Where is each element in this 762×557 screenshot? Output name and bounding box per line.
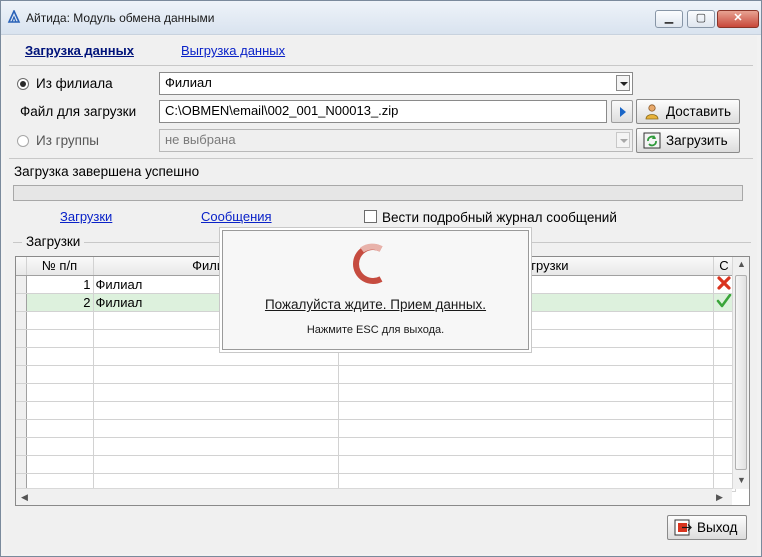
- fetch-button[interactable]: Доставить: [636, 99, 740, 124]
- link-messages[interactable]: Сообщения: [201, 209, 272, 224]
- load-button[interactable]: Загрузить: [636, 128, 740, 153]
- loading-dialog: Пожалуйста ждите. Прием данных. Нажмите …: [222, 230, 529, 350]
- window-title: Айтида: Модуль обмена данными: [26, 11, 215, 25]
- browse-arrow-button[interactable]: [611, 100, 633, 123]
- file-label: Файл для загрузки: [20, 104, 137, 119]
- verbose-log-label: Вести подробный журнал сообщений: [382, 210, 617, 225]
- table-row[interactable]: [16, 455, 736, 474]
- error-x-icon: [716, 275, 731, 290]
- from-branch-label: Из филиала: [36, 76, 113, 91]
- from-group-label: Из группы: [36, 133, 99, 148]
- load-refresh-icon: [643, 132, 661, 149]
- verbose-log-checkbox[interactable]: [364, 210, 377, 223]
- scroll-up-icon[interactable]: ▲: [737, 259, 746, 269]
- loading-spinner-icon: [353, 243, 383, 284]
- tab-upload[interactable]: Загрузка данных: [25, 43, 134, 58]
- branch-select-value: Филиал: [165, 75, 212, 90]
- file-path-value: C:\OBMEN\email\002_001_N00013_.zip: [165, 103, 399, 118]
- cell-num: 1: [26, 275, 94, 294]
- chevron-down-icon[interactable]: [616, 75, 630, 91]
- exit-button-label: Выход: [697, 520, 738, 535]
- app-window: Айтида: Модуль обмена данными ▁ ▢ ✕ Загр…: [0, 0, 762, 557]
- wait-message: Пожалуйста ждите. Прием данных.: [264, 297, 487, 312]
- group-select-value: не выбрана: [165, 132, 236, 147]
- horizontal-scrollbar[interactable]: ◀ ▶: [16, 488, 732, 505]
- row-indicator[interactable]: [16, 293, 27, 312]
- cell-num: 2: [26, 293, 94, 312]
- title-bar[interactable]: Айтида: Модуль обмена данными ▁ ▢ ✕: [1, 1, 761, 35]
- source-divider: [9, 158, 753, 159]
- minimize-button[interactable]: ▁: [655, 10, 683, 28]
- row-indicator[interactable]: [16, 275, 27, 294]
- file-path-input[interactable]: C:\OBMEN\email\002_001_N00013_.zip: [159, 100, 607, 123]
- radio-from-group[interactable]: [17, 135, 29, 147]
- ok-check-icon: [716, 293, 731, 307]
- status-message: Загрузка завершена успешно: [14, 164, 200, 179]
- table-row[interactable]: [16, 401, 736, 420]
- tab-download[interactable]: Выгрузка данных: [181, 43, 285, 58]
- chevron-down-icon[interactable]: [616, 132, 630, 148]
- vertical-scroll-thumb[interactable]: [735, 275, 747, 470]
- table-row[interactable]: [16, 365, 736, 384]
- close-button[interactable]: ✕: [717, 10, 759, 28]
- table-row[interactable]: [16, 383, 736, 402]
- app-logo-icon: [7, 10, 21, 23]
- column-header-num[interactable]: № п/п: [26, 257, 94, 276]
- scroll-left-icon[interactable]: ◀: [21, 492, 28, 503]
- fetch-person-icon: [645, 104, 659, 120]
- table-row[interactable]: [16, 437, 736, 456]
- tabs-divider: [9, 65, 753, 66]
- progress-bar: [13, 185, 743, 201]
- group-select[interactable]: не выбрана: [159, 129, 633, 152]
- vertical-scrollbar[interactable]: ▲ ▼: [732, 257, 749, 489]
- exit-button[interactable]: Выход: [667, 515, 747, 540]
- radio-from-branch[interactable]: [17, 78, 29, 90]
- branch-select[interactable]: Филиал: [159, 72, 633, 95]
- link-loads[interactable]: Загрузки: [60, 209, 112, 224]
- maximize-button[interactable]: ▢: [687, 10, 715, 28]
- scroll-down-icon[interactable]: ▼: [737, 475, 746, 485]
- scroll-right-icon[interactable]: ▶: [716, 492, 723, 503]
- exit-door-icon: [674, 519, 692, 536]
- load-button-label: Загрузить: [666, 133, 728, 148]
- loads-group-label: Загрузки: [22, 234, 85, 249]
- table-row[interactable]: [16, 419, 736, 438]
- row-indicator-header: [16, 257, 27, 276]
- fetch-button-label: Доставить: [666, 104, 732, 119]
- esc-hint: Нажмите ESC для выхода.: [306, 324, 445, 336]
